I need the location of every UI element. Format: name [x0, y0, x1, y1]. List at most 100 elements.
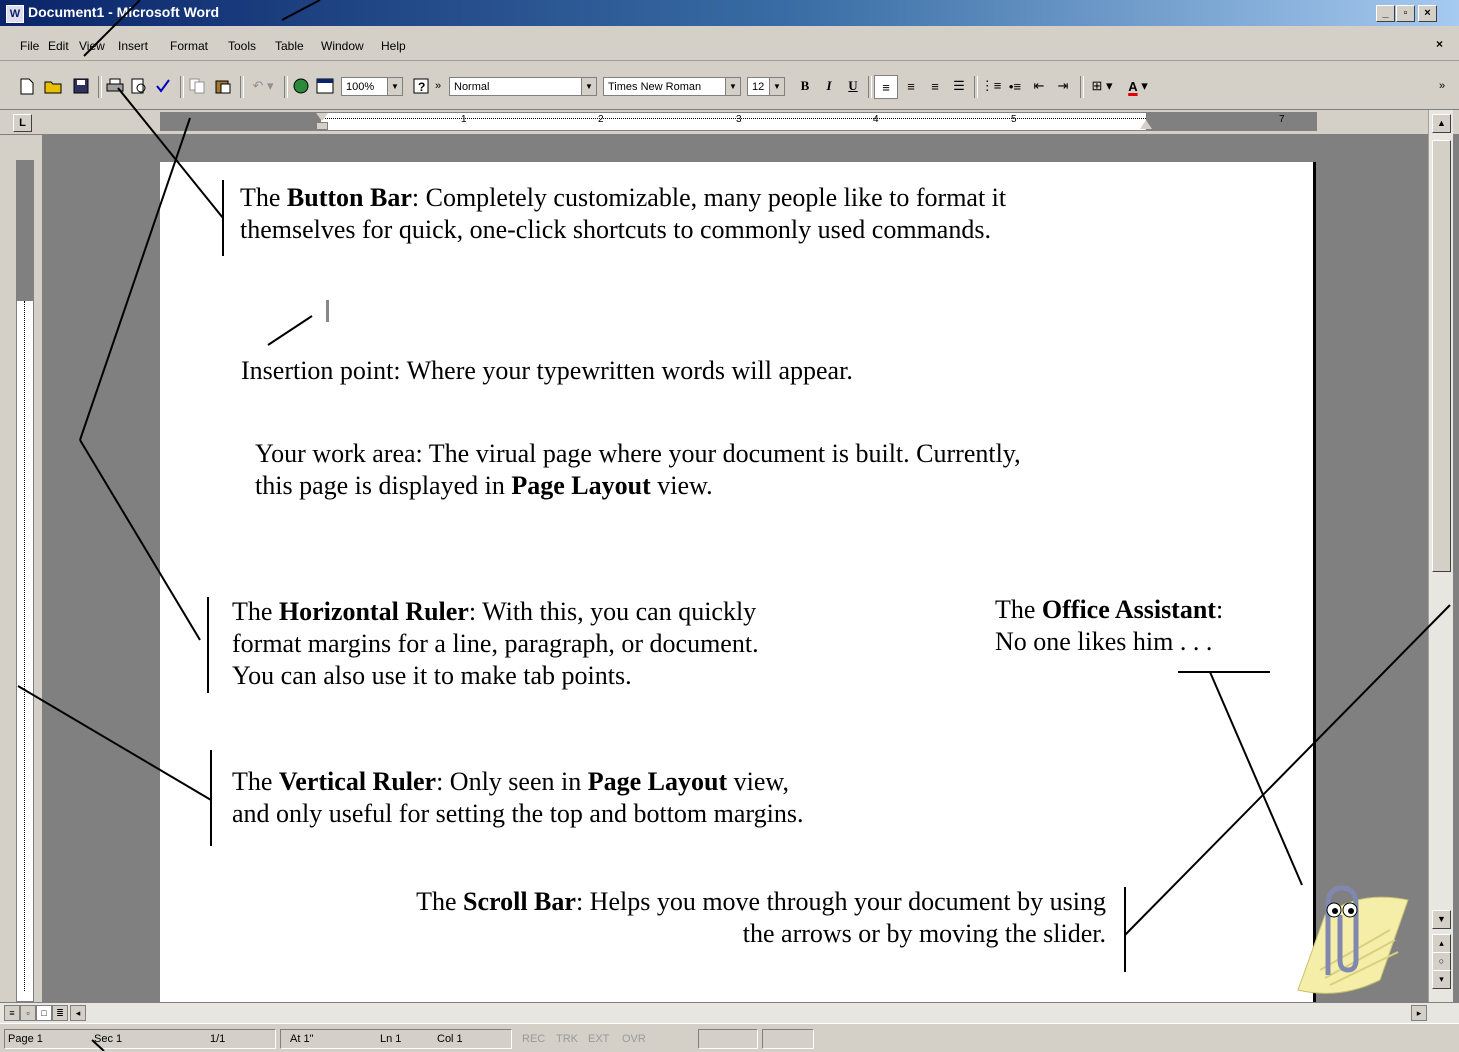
ruler-number: 2	[598, 114, 604, 125]
ruler-number: 1	[461, 114, 467, 125]
print-preview-icon[interactable]	[128, 75, 150, 97]
underline-button[interactable]: U	[842, 75, 864, 97]
menu-help[interactable]: Help	[381, 39, 406, 53]
menu-format[interactable]: Format	[170, 39, 208, 53]
note-text: Your work area: The virual page where yo…	[255, 439, 1021, 468]
vertical-ruler-ticks	[24, 301, 25, 991]
status-trk[interactable]: TRK	[556, 1033, 578, 1045]
outdent-icon[interactable]: ⇤	[1028, 75, 1050, 97]
menu-tools[interactable]: Tools	[228, 39, 256, 53]
select-browse-object-button[interactable]: ○	[1432, 952, 1451, 971]
first-line-indent-marker[interactable]	[316, 113, 328, 121]
normal-view-button[interactable]: ≡	[4, 1005, 20, 1021]
more-buttons-2[interactable]: »	[1436, 75, 1448, 97]
print-icon[interactable]	[104, 75, 126, 97]
help-icon[interactable]: ?	[410, 75, 432, 97]
paste-icon[interactable]	[212, 75, 234, 97]
font-size-select[interactable]: 12 ▼	[747, 77, 785, 96]
note-text: You can also use it to make tab points.	[232, 661, 632, 690]
scroll-down-arrow[interactable]: ▼	[1432, 910, 1451, 929]
menu-edit[interactable]: Edit	[48, 39, 69, 53]
open-folder-icon[interactable]	[42, 75, 66, 97]
chevron-down-icon[interactable]: ▼	[725, 78, 740, 95]
horizontal-scrollbar[interactable]: ≡ ▫ □ ≣ ◂ ▸	[0, 1002, 1459, 1023]
right-indent-marker[interactable]	[1140, 120, 1152, 129]
paperclip-assistant-icon[interactable]	[1290, 860, 1415, 1000]
ruler-number: 7	[1279, 114, 1285, 125]
scroll-thumb[interactable]	[1432, 140, 1451, 572]
copy-icon[interactable]	[186, 75, 208, 97]
numbering-icon[interactable]: ⋮≡	[980, 75, 1002, 97]
maximize-button[interactable]: ▫	[1396, 5, 1415, 22]
status-bar: Page 1 Sec 1 1/1 At 1" Ln 1 Col 1 REC TR…	[0, 1023, 1459, 1052]
vertical-ruler-strip	[16, 160, 34, 1002]
note-text: The	[232, 767, 279, 796]
chevron-down-icon[interactable]: ▼	[387, 78, 402, 95]
next-page-button[interactable]: ▾	[1432, 970, 1451, 989]
left-indent-marker[interactable]	[316, 122, 328, 130]
more-buttons[interactable]: »	[432, 75, 444, 97]
italic-button[interactable]: I	[818, 75, 840, 97]
scroll-bar-note: The Scroll Bar: Helps you move through y…	[256, 886, 1106, 950]
web-icon[interactable]	[290, 75, 312, 97]
bullets-icon[interactable]: •≡	[1004, 75, 1026, 97]
tab-selector[interactable]: L	[13, 114, 32, 132]
toolbar-separator	[240, 76, 244, 98]
toolbar-separator	[1080, 76, 1084, 98]
toolbar-separator	[180, 76, 184, 98]
new-doc-icon[interactable]	[16, 75, 38, 97]
style-select[interactable]: Normal ▼	[449, 77, 597, 96]
status-ovr[interactable]: OVR	[622, 1033, 646, 1045]
work-area-page[interactable]	[160, 162, 1316, 1002]
status-rec[interactable]: REC	[522, 1033, 545, 1045]
doc-close-button[interactable]: ×	[1436, 37, 1443, 51]
scroll-up-arrow[interactable]: ▲	[1432, 114, 1451, 133]
close-button[interactable]: ×	[1418, 5, 1437, 22]
note-text: view,	[727, 767, 789, 796]
align-right-icon[interactable]: ≡	[924, 75, 946, 97]
minimize-button[interactable]: _	[1376, 5, 1395, 22]
previous-page-button[interactable]: ▴	[1432, 934, 1451, 953]
save-icon[interactable]	[70, 75, 92, 97]
chevron-down-icon[interactable]: ▼	[769, 78, 784, 95]
spelling-icon[interactable]	[152, 75, 174, 97]
justify-icon[interactable]: ☰	[948, 75, 970, 97]
chevron-down-icon[interactable]: ▼	[581, 78, 596, 95]
ruler-number: 4	[873, 114, 879, 125]
scroll-right-arrow[interactable]: ▸	[1411, 1005, 1427, 1021]
vertical-scrollbar[interactable]: ▲ ▼ ▴ ○ ▾	[1428, 110, 1453, 1002]
indent-icon[interactable]: ⇥	[1052, 75, 1074, 97]
menu-file[interactable]: File	[20, 39, 39, 53]
work-area-note: Your work area: The virual page where yo…	[255, 438, 1021, 502]
word-app-icon[interactable]: W	[6, 5, 24, 23]
horizontal-ruler[interactable]: 1 2 3 4 5 7	[160, 112, 1317, 131]
note-text: The	[232, 597, 279, 626]
font-select[interactable]: Times New Roman ▼	[603, 77, 741, 96]
align-center-icon[interactable]: ≡	[900, 75, 922, 97]
status-box	[4, 1029, 276, 1049]
web-layout-view-button[interactable]: ▫	[20, 1005, 36, 1021]
borders-icon[interactable]: ⊞ ▾	[1086, 75, 1118, 97]
toolbar-separator	[284, 76, 288, 98]
right-margin-region	[1146, 113, 1316, 130]
status-ext[interactable]: EXT	[588, 1033, 609, 1045]
status-box	[762, 1029, 814, 1049]
undo-icon[interactable]: ↶ ▾	[246, 75, 280, 97]
menu-view[interactable]: View	[79, 39, 105, 53]
menu-table[interactable]: Table	[275, 39, 304, 53]
font-color-label: A	[1128, 78, 1138, 94]
toolbar-separator	[974, 76, 978, 98]
note-text: : Only seen in	[436, 767, 588, 796]
note-text: the arrows or by moving the slider.	[742, 919, 1106, 948]
menu-window[interactable]: Window	[321, 39, 364, 53]
table-icon[interactable]	[314, 75, 336, 97]
page-layout-view-button[interactable]: □	[36, 1005, 52, 1021]
outline-view-button[interactable]: ≣	[52, 1005, 68, 1021]
vertical-ruler[interactable]	[0, 135, 42, 1005]
zoom-select[interactable]: 100% ▼	[341, 77, 403, 96]
menu-insert[interactable]: Insert	[118, 39, 148, 53]
bold-button[interactable]: B	[794, 75, 816, 97]
align-left-icon[interactable]: ≡	[874, 75, 898, 99]
font-color-icon[interactable]: A ▾	[1120, 75, 1156, 97]
scroll-left-arrow[interactable]: ◂	[70, 1005, 86, 1021]
